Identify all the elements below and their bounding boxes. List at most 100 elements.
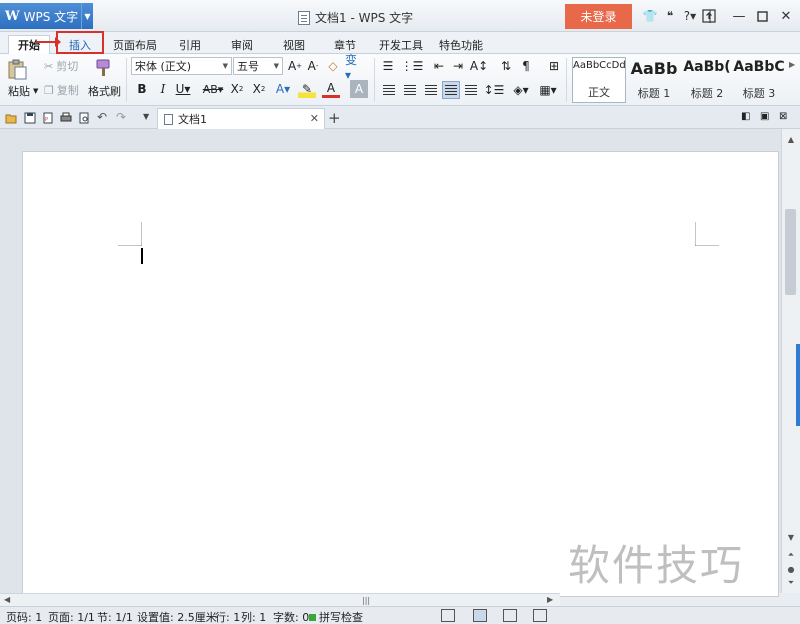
open-folder-icon[interactable] [5, 112, 17, 124]
shading-icon[interactable]: ◈▾ [512, 81, 530, 99]
style-heading-1[interactable]: AaBb 标题 1 [627, 57, 681, 103]
char-shading-icon[interactable]: A [350, 80, 368, 98]
login-button[interactable]: 未登录 [565, 4, 632, 29]
select-browse-icon[interactable]: ● [785, 563, 797, 575]
outline-view-icon[interactable] [503, 609, 517, 622]
highlight-icon[interactable]: ✎ [298, 80, 316, 98]
paste-label[interactable]: 粘贴 ▼ [8, 83, 38, 99]
text-effect-icon[interactable]: A▾ [274, 80, 292, 98]
upload-icon[interactable] [697, 6, 721, 26]
output-pdf-icon[interactable]: P [42, 112, 54, 124]
spell-check-toggle[interactable]: 拼写检查 [309, 609, 363, 624]
chevron-right-icon[interactable]: ▶ [789, 60, 795, 69]
side-panel-handle[interactable] [796, 344, 800, 426]
chinese-layout-icon[interactable]: A↕ [470, 57, 488, 75]
scroll-up-icon[interactable]: ▲ [785, 133, 797, 145]
italic-icon[interactable]: I [154, 80, 172, 98]
tab-page-layout[interactable]: 页面布局 [110, 35, 160, 54]
doc-action-icon[interactable]: ◧ [741, 111, 750, 122]
format-painter-button[interactable]: 格式刷 [88, 83, 121, 99]
prev-page-icon[interactable]: ⏶ [785, 549, 797, 561]
maximize-icon[interactable] [750, 6, 774, 26]
margin-corner-top-right [695, 222, 719, 246]
tab-special-features[interactable]: 特色功能 [436, 35, 486, 54]
customize-menu-icon[interactable]: ▼ [143, 112, 149, 121]
doc-view-icon[interactable]: ▣ [760, 111, 769, 122]
close-tab-icon[interactable]: ✕ [310, 112, 319, 125]
save-icon[interactable] [24, 112, 36, 124]
bold-icon[interactable]: B [133, 80, 151, 98]
undo-icon[interactable]: ↶ [97, 110, 107, 124]
tab-references[interactable]: 引用 [172, 35, 208, 54]
grow-font-icon[interactable]: A + [286, 57, 304, 75]
sort-icon[interactable]: ⇅ [497, 57, 515, 75]
table-grid-icon[interactable]: ⊞ [545, 57, 563, 75]
chat-bubble-icon[interactable]: ❝ [660, 7, 680, 25]
print-icon[interactable] [60, 112, 72, 124]
scroll-left-icon[interactable]: ◀ [4, 595, 10, 604]
minimize-icon[interactable]: — [727, 6, 751, 26]
shirt-skin-icon[interactable]: 👕 [640, 7, 660, 25]
decrease-indent-icon[interactable]: ⇤ [430, 57, 448, 75]
tab-view[interactable]: 视图 [276, 35, 312, 54]
tab-developer-tools[interactable]: 开发工具 [376, 35, 426, 54]
underline-icon[interactable]: U▾ [174, 80, 192, 98]
borders-icon[interactable]: ▦▾ [539, 81, 557, 99]
line-spacing-icon[interactable]: ↕☰ [484, 81, 505, 99]
clear-format-icon[interactable]: ◇ [324, 57, 342, 75]
print-preview-icon[interactable] [78, 112, 90, 124]
paste-button[interactable] [6, 58, 28, 80]
justify-icon[interactable] [442, 81, 460, 99]
numbering-icon[interactable]: ⋮☰ [401, 57, 424, 75]
style-normal[interactable]: AaBbCcDd 正文 [572, 57, 626, 103]
subscript-icon[interactable]: X2 [250, 80, 268, 98]
format-painter-icon[interactable] [93, 58, 113, 78]
redo-icon[interactable]: ↷ [116, 110, 126, 124]
scroll-grip-icon[interactable]: ||| [362, 596, 370, 605]
distribute-icon[interactable] [462, 81, 480, 99]
divider [126, 58, 127, 102]
phonetic-guide-icon[interactable]: 变▾ [345, 53, 363, 82]
fullscreen-view-icon[interactable] [441, 609, 455, 622]
align-right-icon[interactable] [422, 81, 440, 99]
increase-indent-icon[interactable]: ⇥ [449, 57, 467, 75]
document-page[interactable] [22, 151, 779, 597]
clipboard-icon [8, 59, 27, 80]
divider [374, 58, 375, 102]
font-name-select[interactable]: 宋体 (正文) ▼ [131, 57, 232, 75]
document-tab[interactable]: 文档1 ✕ [157, 108, 325, 129]
cut-button[interactable]: ✂ 剪切 [44, 58, 78, 74]
style-heading-2[interactable]: AaBb( 标题 2 [680, 57, 734, 103]
new-tab-icon[interactable]: + [328, 109, 341, 127]
app-menu-button[interactable]: W WPS 文字 ▼ [0, 3, 93, 29]
scroll-right-icon[interactable]: ▶ [547, 595, 553, 604]
superscript-icon[interactable]: X2 [228, 80, 246, 98]
next-page-icon[interactable]: ⏷ [785, 577, 797, 589]
align-center-icon[interactable] [401, 81, 419, 99]
copy-button[interactable]: ❐ 复制 [44, 82, 79, 98]
ribbon-tabs: 开始 插入 页面布局 引用 审阅 视图 章节 开发工具 特色功能 [0, 32, 800, 54]
document-icon [298, 10, 310, 25]
web-view-icon[interactable] [533, 609, 547, 622]
font-color-icon[interactable]: A [322, 80, 340, 98]
watermark-text: 软件技巧 [568, 541, 745, 590]
tab-review[interactable]: 审阅 [224, 35, 260, 54]
close-icon[interactable]: ✕ [774, 6, 798, 26]
bullets-icon[interactable]: ☰ [379, 57, 397, 75]
chevron-down-icon[interactable]: ▼ [81, 3, 93, 29]
font-size-select[interactable]: 五号 ▼ [233, 57, 283, 75]
scroll-down-icon[interactable]: ▼ [785, 531, 797, 543]
scroll-thumb[interactable] [785, 209, 796, 295]
status-word-count[interactable]: 字数: 0 [273, 609, 309, 624]
status-setting: 设置值: 2.5厘米 [137, 611, 217, 624]
style-heading-3[interactable]: AaBbC 标题 3 [732, 57, 786, 103]
page-view-icon[interactable] [473, 609, 487, 622]
close-document-icon[interactable]: ⊠ [779, 111, 787, 122]
shrink-font-icon[interactable]: A- [304, 57, 322, 75]
strikethrough-icon[interactable]: AB▾ [200, 80, 226, 98]
show-marks-icon[interactable]: ¶ [517, 57, 535, 75]
align-left-icon[interactable] [380, 81, 398, 99]
horizontal-scrollbar[interactable]: ◀ ||| ▶ [0, 593, 560, 606]
margin-corner-top-left [118, 222, 142, 246]
tab-home[interactable]: 开始 [8, 35, 50, 54]
